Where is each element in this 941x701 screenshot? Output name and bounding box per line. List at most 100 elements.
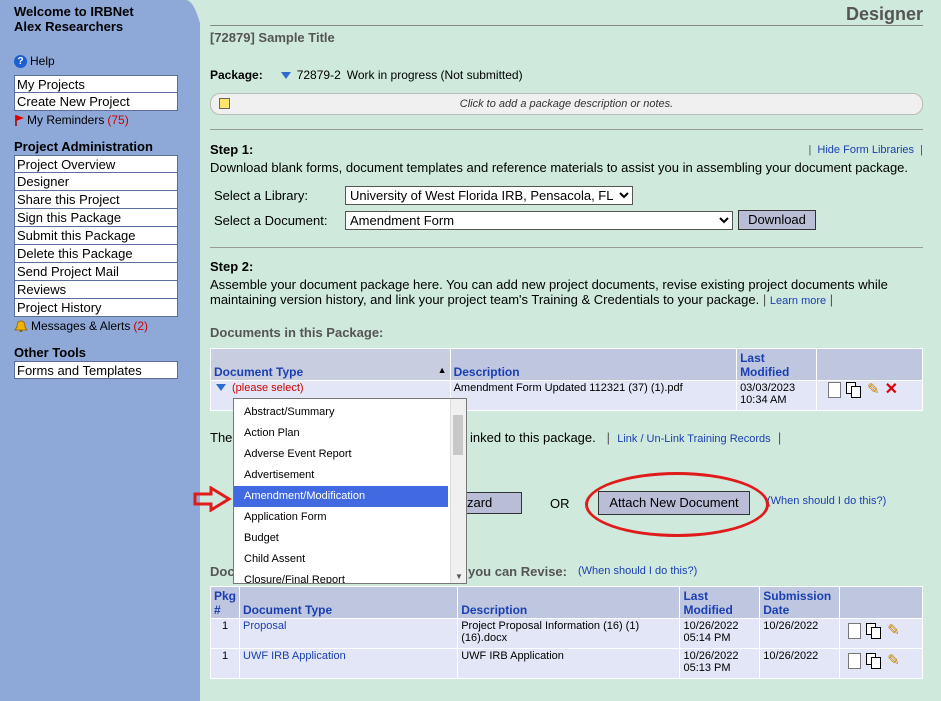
training-text: inked to this package. | Link / Un-Link … xyxy=(470,430,782,445)
nav-forms-templates[interactable]: Forms and Templates xyxy=(14,361,178,379)
other-tools-title: Other Tools xyxy=(14,345,86,360)
doc-description: Amendment Form Updated 112321 (37) (1).p… xyxy=(449,380,738,411)
page-title: Designer xyxy=(845,4,923,24)
copy-icon[interactable] xyxy=(846,382,862,398)
divider xyxy=(210,247,923,248)
option-adverse-event-report[interactable]: Adverse Event Report xyxy=(234,444,466,465)
document-select[interactable]: Amendment Form xyxy=(345,211,733,230)
scroll-down-icon[interactable]: ▼ xyxy=(455,572,463,581)
revise-docs-table: Pkg # Document Type Description Last Mod… xyxy=(209,586,923,679)
col-pkg-num[interactable]: Pkg # xyxy=(209,586,241,619)
option-application-form[interactable]: Application Form xyxy=(234,507,466,528)
nav-create-new-project[interactable]: Create New Project xyxy=(14,93,178,111)
my-reminders-link[interactable]: My Reminders (75) xyxy=(14,113,129,127)
sort-up-icon: ▲ xyxy=(437,365,447,375)
doc-type-select[interactable]: (please select) xyxy=(232,382,304,394)
nav-project-overview[interactable]: Project Overview xyxy=(14,155,178,173)
col-last-modified[interactable]: Last Modified xyxy=(736,348,818,381)
nav-project-history[interactable]: Project History xyxy=(14,299,178,317)
row-actions: ✎ xyxy=(839,648,923,679)
option-budget[interactable]: Budget xyxy=(234,528,466,549)
option-advertisement[interactable]: Advertisement xyxy=(234,465,466,486)
training-prefix: The xyxy=(210,430,233,445)
copy-icon[interactable] xyxy=(866,623,882,639)
link-training-records[interactable]: Link / Un-Link Training Records xyxy=(617,433,770,445)
row-submitted: 10/26/2022 xyxy=(759,618,841,649)
view-document-icon[interactable] xyxy=(848,653,862,669)
col-document-type[interactable]: Document Type ▲ xyxy=(210,348,451,381)
row-description: Project Proposal Information (16) (1) (1… xyxy=(457,618,681,649)
edit-pencil-icon[interactable]: ✎ xyxy=(867,382,880,397)
table-row: 1 UWF IRB Application UWF IRB Applicatio… xyxy=(209,648,923,679)
scrollbar-thumb[interactable] xyxy=(453,415,463,455)
nav-designer[interactable]: Designer xyxy=(14,173,178,191)
row-modified: 10/26/2022 05:14 PM xyxy=(679,618,761,649)
package-status: Work in progress (Not submitted) xyxy=(346,68,523,82)
when-should-link[interactable]: (When should I do this?) xyxy=(767,495,886,507)
package-label: Package: xyxy=(210,68,263,82)
row-modified: 10/26/2022 05:13 PM xyxy=(679,648,761,679)
sidebar: Welcome to IRBNet Alex Researchers ? Hel… xyxy=(0,0,186,701)
dropdown-scrollbar[interactable]: ▼ xyxy=(450,399,466,583)
row-pkg: 1 xyxy=(209,648,241,679)
revise-when-link[interactable]: (When should I do this?) xyxy=(578,565,697,577)
copy-icon[interactable] xyxy=(866,653,882,669)
help-link[interactable]: ? Help xyxy=(14,54,55,68)
option-closure-final-report[interactable]: Closure/Final Report xyxy=(234,570,466,583)
nav-submit-package[interactable]: Submit this Package xyxy=(14,227,178,245)
table-header-row: Document Type ▲ Description Last Modifie… xyxy=(210,348,923,381)
row-type-link[interactable]: UWF IRB Application xyxy=(239,648,459,679)
col-last-modified[interactable]: Last Modified xyxy=(679,586,761,619)
col-description[interactable]: Description xyxy=(449,348,738,381)
row-type-link[interactable]: Proposal xyxy=(239,618,459,649)
option-amendment-modification[interactable]: Amendment/Modification xyxy=(234,486,448,507)
doc-type-dropdown-icon[interactable] xyxy=(216,384,226,391)
download-button[interactable]: Download xyxy=(738,210,816,230)
package-dropdown-icon[interactable] xyxy=(280,71,291,79)
edit-pencil-icon[interactable]: ✎ xyxy=(887,653,900,668)
welcome-user: Alex Researchers xyxy=(14,19,124,34)
delete-icon[interactable]: ✕ xyxy=(885,382,898,398)
edit-pencil-icon[interactable]: ✎ xyxy=(887,623,900,638)
document-type-dropdown-list[interactable]: Abstract/Summary Action Plan Adverse Eve… xyxy=(233,398,467,584)
package-note-bar[interactable]: Click to add a package description or no… xyxy=(210,93,923,115)
project-admin-title: Project Administration xyxy=(14,139,153,154)
hide-form-libraries-link[interactable]: Hide Form Libraries xyxy=(817,144,914,156)
view-document-icon[interactable] xyxy=(848,623,862,639)
annotation-arrow-icon xyxy=(193,486,232,512)
nav-sign-package[interactable]: Sign this Package xyxy=(14,209,178,227)
col-document-type[interactable]: Document Type xyxy=(239,586,459,619)
nav-share-project[interactable]: Share this Project xyxy=(14,191,178,209)
hide-libraries-wrap: | Hide Form Libraries | xyxy=(808,144,923,156)
top-nav: My Projects Create New Project xyxy=(14,75,178,111)
messages-alerts-link[interactable]: Messages & Alerts (2) xyxy=(14,319,148,333)
note-placeholder: Click to add a package description or no… xyxy=(459,98,674,110)
view-document-icon[interactable] xyxy=(828,382,842,398)
reminders-count: (75) xyxy=(107,113,129,127)
nav-delete-package[interactable]: Delete this Package xyxy=(14,245,178,263)
step2-title: Step 2: xyxy=(210,259,254,274)
col-submission-date[interactable]: Submission Date xyxy=(759,586,841,619)
option-action-plan[interactable]: Action Plan xyxy=(234,423,466,444)
revise-title-prefix: Doc xyxy=(210,564,235,579)
row-actions: ✎ xyxy=(839,618,923,649)
col-actions xyxy=(839,586,923,619)
learn-more-link[interactable]: Learn more xyxy=(770,295,826,307)
col-description[interactable]: Description xyxy=(457,586,681,619)
nav-reviews[interactable]: Reviews xyxy=(14,281,178,299)
nav-send-mail[interactable]: Send Project Mail xyxy=(14,263,178,281)
doc-actions: ✎ ✕ xyxy=(816,380,923,411)
help-label: Help xyxy=(30,54,55,68)
option-child-assent[interactable]: Child Assent xyxy=(234,549,466,570)
library-label: Select a Library: xyxy=(214,188,308,203)
table-row: 1 Proposal Project Proposal Information … xyxy=(209,618,923,649)
nav-my-projects[interactable]: My Projects xyxy=(14,75,178,93)
document-label: Select a Document: xyxy=(214,213,328,228)
or-text: OR xyxy=(550,496,570,511)
table-header-row: Pkg # Document Type Description Last Mod… xyxy=(209,586,923,619)
note-icon xyxy=(219,98,230,109)
package-id[interactable]: 72879-2 xyxy=(297,68,341,82)
library-select[interactable]: University of West Florida IRB, Pensacol… xyxy=(345,186,633,205)
step1-title: Step 1: xyxy=(210,142,254,157)
option-abstract-summary[interactable]: Abstract/Summary xyxy=(234,402,466,423)
